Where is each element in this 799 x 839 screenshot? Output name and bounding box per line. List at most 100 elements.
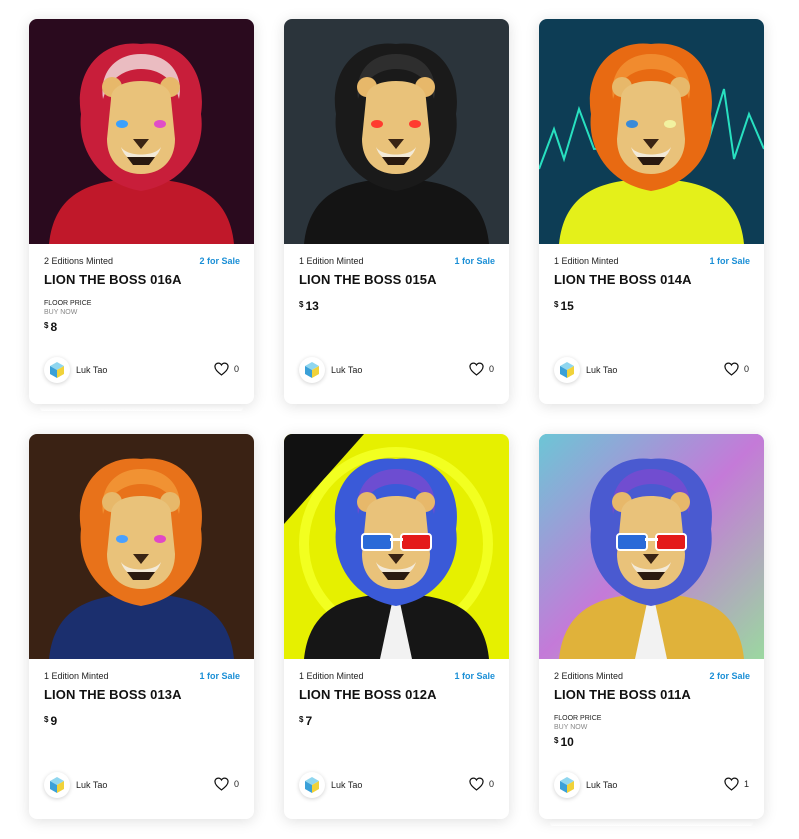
like-button[interactable]: 0 bbox=[214, 777, 239, 791]
for-sale-count[interactable]: 1 for Sale bbox=[199, 671, 240, 681]
creator-name[interactable]: Luk Tao bbox=[76, 365, 107, 375]
heart-icon[interactable] bbox=[724, 362, 739, 376]
creator[interactable]: Luk Tao bbox=[44, 357, 107, 383]
like-count: 0 bbox=[488, 779, 494, 789]
nft-card[interactable]: 1 Edition Minted 1 for Sale LION THE BOS… bbox=[284, 434, 509, 819]
like-button[interactable]: 0 bbox=[469, 362, 494, 376]
like-count: 0 bbox=[743, 364, 749, 374]
nft-title[interactable]: LION THE BOSS 016A bbox=[44, 272, 182, 287]
lion-artwork-illustration bbox=[284, 434, 509, 659]
for-sale-count[interactable]: 1 for Sale bbox=[454, 256, 495, 266]
editions-minted: 1 Edition Minted bbox=[554, 256, 619, 266]
creator-name[interactable]: Luk Tao bbox=[76, 780, 107, 790]
avatar[interactable] bbox=[554, 357, 580, 383]
floor-price-label: FLOOR PRICE bbox=[44, 300, 92, 307]
heart-icon[interactable] bbox=[469, 777, 484, 791]
buy-now-label: BUY NOW bbox=[554, 724, 588, 731]
heart-icon[interactable] bbox=[214, 777, 229, 791]
nft-title[interactable]: LION THE BOSS 015A bbox=[299, 272, 437, 287]
for-sale-count[interactable]: 1 for Sale bbox=[709, 256, 750, 266]
price: $8 bbox=[44, 320, 57, 334]
cube-avatar-icon bbox=[50, 362, 64, 378]
floor-price-block: FLOOR PRICE BUY NOW bbox=[44, 299, 91, 317]
currency-symbol: $ bbox=[554, 300, 559, 309]
creator-name[interactable]: Luk Tao bbox=[586, 365, 617, 375]
nft-title[interactable]: LION THE BOSS 011A bbox=[554, 687, 691, 702]
cube-avatar-icon bbox=[560, 362, 574, 378]
lion-artwork-illustration bbox=[284, 19, 509, 244]
nft-card[interactable]: 2 Editions Minted 2 for Sale LION THE BO… bbox=[29, 19, 254, 404]
cube-avatar-icon bbox=[560, 777, 574, 793]
nft-artwork[interactable] bbox=[29, 19, 254, 244]
price-value: 9 bbox=[50, 714, 58, 728]
nft-artwork[interactable] bbox=[284, 434, 509, 659]
editions-minted: 1 Edition Minted bbox=[44, 671, 109, 681]
card-stack-shadow bbox=[550, 820, 753, 826]
like-button[interactable]: 0 bbox=[469, 777, 494, 791]
nft-card[interactable]: 1 Edition Minted 1 for Sale LION THE BOS… bbox=[539, 19, 764, 404]
for-sale-count[interactable]: 2 for Sale bbox=[709, 671, 750, 681]
creator[interactable]: Luk Tao bbox=[554, 357, 617, 383]
cube-avatar-icon bbox=[305, 777, 319, 793]
creator[interactable]: Luk Tao bbox=[554, 772, 617, 798]
like-count: 1 bbox=[743, 779, 749, 789]
price: $15 bbox=[554, 299, 574, 313]
avatar[interactable] bbox=[44, 357, 70, 383]
price-value: 15 bbox=[560, 299, 574, 313]
currency-symbol: $ bbox=[44, 715, 49, 724]
creator[interactable]: Luk Tao bbox=[299, 357, 362, 383]
like-button[interactable]: 0 bbox=[214, 362, 239, 376]
price: $13 bbox=[299, 299, 319, 313]
like-count: 0 bbox=[233, 364, 239, 374]
price: $10 bbox=[554, 735, 574, 749]
for-sale-count[interactable]: 1 for Sale bbox=[454, 671, 495, 681]
lion-artwork-illustration bbox=[29, 19, 254, 244]
nft-artwork[interactable] bbox=[539, 19, 764, 244]
for-sale-count[interactable]: 2 for Sale bbox=[199, 256, 240, 266]
currency-symbol: $ bbox=[299, 715, 304, 724]
nft-title[interactable]: LION THE BOSS 014A bbox=[554, 272, 692, 287]
editions-minted: 1 Edition Minted bbox=[299, 671, 364, 681]
nft-card[interactable]: 1 Edition Minted 1 for Sale LION THE BOS… bbox=[29, 434, 254, 819]
avatar[interactable] bbox=[299, 357, 325, 383]
currency-symbol: $ bbox=[44, 321, 49, 330]
price-value: 13 bbox=[305, 299, 319, 313]
like-button[interactable]: 0 bbox=[724, 362, 749, 376]
creator[interactable]: Luk Tao bbox=[44, 772, 107, 798]
heart-icon[interactable] bbox=[724, 777, 739, 791]
price-value: 7 bbox=[305, 714, 313, 728]
lion-artwork-illustration bbox=[29, 434, 254, 659]
avatar[interactable] bbox=[299, 772, 325, 798]
nft-artwork[interactable] bbox=[539, 434, 764, 659]
floor-price-block: FLOOR PRICE BUY NOW bbox=[554, 714, 601, 732]
avatar[interactable] bbox=[44, 772, 70, 798]
heart-icon[interactable] bbox=[214, 362, 229, 376]
nft-card[interactable]: 2 Editions Minted 2 for Sale LION THE BO… bbox=[539, 434, 764, 819]
like-count: 0 bbox=[233, 779, 239, 789]
buy-now-label: BUY NOW bbox=[44, 309, 78, 316]
creator-name[interactable]: Luk Tao bbox=[331, 780, 362, 790]
nft-artwork[interactable] bbox=[284, 19, 509, 244]
price: $7 bbox=[299, 714, 312, 728]
creator-name[interactable]: Luk Tao bbox=[331, 365, 362, 375]
nft-title[interactable]: LION THE BOSS 012A bbox=[299, 687, 437, 702]
creator[interactable]: Luk Tao bbox=[299, 772, 362, 798]
currency-symbol: $ bbox=[554, 736, 559, 745]
currency-symbol: $ bbox=[299, 300, 304, 309]
editions-minted: 1 Edition Minted bbox=[299, 256, 364, 266]
price-value: 8 bbox=[50, 320, 58, 334]
nft-artwork[interactable] bbox=[29, 434, 254, 659]
nft-card[interactable]: 1 Edition Minted 1 for Sale LION THE BOS… bbox=[284, 19, 509, 404]
like-button[interactable]: 1 bbox=[724, 777, 749, 791]
avatar[interactable] bbox=[554, 772, 580, 798]
cube-avatar-icon bbox=[50, 777, 64, 793]
heart-icon[interactable] bbox=[469, 362, 484, 376]
nft-grid: 2 Editions Minted 2 for Sale LION THE BO… bbox=[0, 0, 799, 839]
floor-price-label: FLOOR PRICE bbox=[554, 715, 602, 722]
nft-title[interactable]: LION THE BOSS 013A bbox=[44, 687, 182, 702]
like-count: 0 bbox=[488, 364, 494, 374]
creator-name[interactable]: Luk Tao bbox=[586, 780, 617, 790]
editions-minted: 2 Editions Minted bbox=[44, 256, 114, 266]
price-value: 10 bbox=[560, 735, 574, 749]
price: $9 bbox=[44, 714, 57, 728]
